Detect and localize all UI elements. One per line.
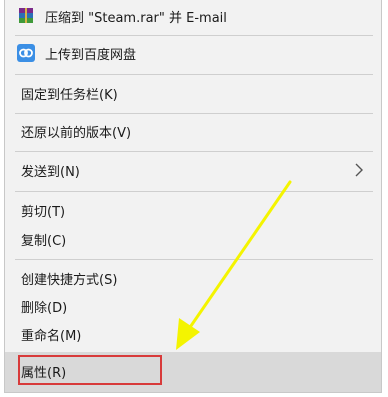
- menu-item-create-shortcut[interactable]: 创建快捷方式(S): [5, 264, 381, 292]
- menu-item-compress-email[interactable]: 压缩到 "Steam.rar" 并 E-mail: [5, 2, 381, 30]
- menu-separator: [15, 35, 373, 36]
- menu-separator: [15, 113, 373, 114]
- menu-item-pin-taskbar[interactable]: 固定到任务栏(K): [5, 79, 381, 107]
- menu-item-label: 重命名(M): [21, 329, 82, 344]
- menu-item-baidu-upload[interactable]: 上传到百度网盘: [5, 39, 381, 67]
- menu-item-label: 复制(C): [21, 234, 67, 249]
- chevron-right-icon: [355, 163, 363, 177]
- menu-item-copy[interactable]: 复制(C): [5, 225, 381, 253]
- menu-separator: [15, 74, 373, 75]
- menu-item-cut[interactable]: 剪切(T): [5, 196, 381, 224]
- menu-item-label: 固定到任务栏(K): [21, 88, 118, 103]
- menu-separator: [15, 191, 373, 192]
- highlight-box: [18, 355, 162, 385]
- menu-item-label: 创建快捷方式(S): [21, 273, 118, 288]
- menu-item-label: 上传到百度网盘: [45, 48, 137, 63]
- menu-item-rename[interactable]: 重命名(M): [5, 320, 381, 348]
- context-menu: 压缩到 "Steam.rar" 并 E-mail 上传到百度网盘 固定到任务栏(…: [4, 0, 382, 393]
- menu-item-label: 发送到(N): [21, 165, 80, 180]
- menu-separator: [15, 151, 373, 152]
- menu-item-label: 删除(D): [21, 301, 68, 316]
- menu-item-delete[interactable]: 删除(D): [5, 292, 381, 320]
- baidu-netdisk-icon: [17, 44, 35, 62]
- menu-separator: [15, 259, 373, 260]
- menu-item-label: 压缩到 "Steam.rar" 并 E-mail: [45, 11, 227, 26]
- menu-item-label: 还原以前的版本(V): [21, 126, 132, 141]
- winrar-archive-icon: [19, 8, 33, 23]
- menu-item-label: 剪切(T): [21, 205, 66, 220]
- menu-item-send-to[interactable]: 发送到(N): [5, 156, 381, 184]
- menu-item-restore-prev[interactable]: 还原以前的版本(V): [5, 117, 381, 145]
